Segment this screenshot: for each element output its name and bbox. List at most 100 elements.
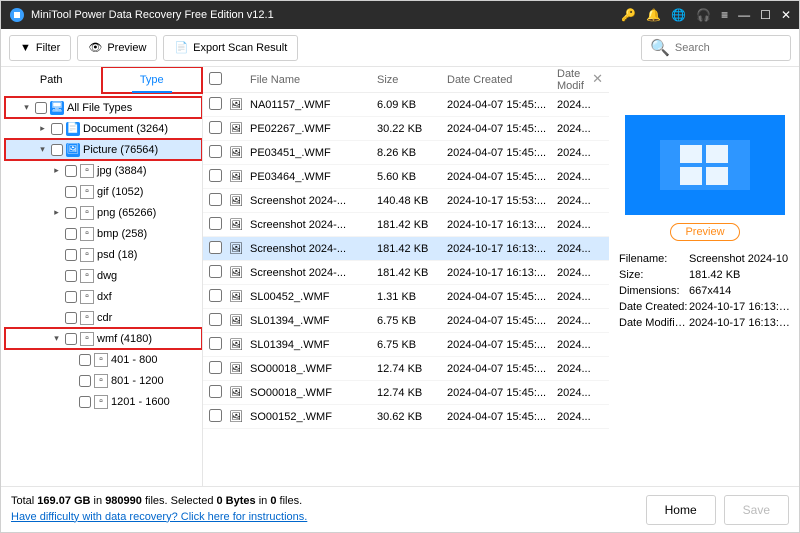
sidebar: Path Type ▾🖥All File Types▸📄Document (32…: [1, 67, 203, 486]
tree-item-jpg[interactable]: ▸▫jpg (3884): [5, 160, 202, 181]
tree-item-pic[interactable]: ▾🖼Picture (76564): [5, 139, 202, 160]
key-icon[interactable]: 🔑: [621, 8, 636, 22]
tree-checkbox[interactable]: [35, 102, 47, 114]
row-checkbox[interactable]: [209, 289, 222, 302]
globe-icon[interactable]: 🌐: [671, 8, 686, 22]
search-input[interactable]: [675, 42, 782, 54]
row-checkbox[interactable]: [209, 217, 222, 230]
file-row[interactable]: 🖼SL00452_.WMF1.31 KB2024-04-07 15:45:...…: [203, 285, 609, 309]
tree-checkbox[interactable]: [65, 312, 77, 324]
expand-icon[interactable]: ▾: [37, 144, 48, 155]
hdr-size[interactable]: Size: [377, 74, 447, 86]
tree-item-bmp[interactable]: ▫bmp (258): [5, 223, 202, 244]
tree-checkbox[interactable]: [65, 291, 77, 303]
row-checkbox[interactable]: [209, 169, 222, 182]
row-checkbox[interactable]: [209, 409, 222, 422]
save-button[interactable]: Save: [724, 495, 789, 525]
file-row[interactable]: 🖼SO00152_.WMF30.62 KB2024-04-07 15:45:..…: [203, 405, 609, 429]
tree-checkbox[interactable]: [79, 354, 91, 366]
tree-item-psd[interactable]: ▫psd (18): [5, 244, 202, 265]
menu-icon[interactable]: ≡: [721, 8, 728, 22]
cell-datecreated: 2024-04-07 15:45:...: [447, 123, 557, 135]
expand-icon[interactable]: ▸: [51, 165, 62, 176]
tree-checkbox[interactable]: [65, 270, 77, 282]
file-row[interactable]: 🖼SL01394_.WMF6.75 KB2024-04-07 15:45:...…: [203, 309, 609, 333]
tree-checkbox[interactable]: [51, 144, 63, 156]
export-icon: 📄: [174, 41, 188, 54]
cell-datemodified: 2024...: [557, 123, 605, 135]
file-row[interactable]: 🖼SL01394_.WMF6.75 KB2024-04-07 15:45:...…: [203, 333, 609, 357]
close-icon[interactable]: ✕: [781, 8, 791, 22]
help-link[interactable]: Have difficulty with data recovery? Clic…: [11, 511, 307, 523]
row-checkbox[interactable]: [209, 121, 222, 134]
tree-item-w1[interactable]: ▫401 - 800: [5, 349, 202, 370]
file-row[interactable]: 🖼NA01157_.WMF6.09 KB2024-04-07 15:45:...…: [203, 93, 609, 117]
tab-type[interactable]: Type: [102, 67, 203, 93]
home-button[interactable]: Home: [646, 495, 716, 525]
expand-icon[interactable]: ▸: [51, 207, 62, 218]
tree-item-cdr[interactable]: ▫cdr: [5, 307, 202, 328]
tree-item-w3[interactable]: ▫1201 - 1600: [5, 391, 202, 412]
tab-path[interactable]: Path: [1, 67, 102, 93]
export-button[interactable]: 📄Export Scan Result: [163, 35, 298, 61]
file-row[interactable]: 🖼SO00018_.WMF12.74 KB2024-04-07 15:45:..…: [203, 357, 609, 381]
file-row[interactable]: 🖼Screenshot 2024-...181.42 KB2024-10-17 …: [203, 261, 609, 285]
row-checkbox[interactable]: [209, 241, 222, 254]
tree-checkbox[interactable]: [79, 396, 91, 408]
eye-icon: 👁: [88, 41, 102, 54]
tree-checkbox[interactable]: [65, 207, 77, 219]
meta-datecreated-value: 2024-10-17 16:13:54: [689, 301, 791, 313]
cell-size: 5.60 KB: [377, 171, 447, 183]
row-checkbox[interactable]: [209, 265, 222, 278]
tree-checkbox[interactable]: [65, 333, 77, 345]
row-checkbox[interactable]: [209, 313, 222, 326]
file-row[interactable]: 🖼PE03451_.WMF8.26 KB2024-04-07 15:45:...…: [203, 141, 609, 165]
tree-item-dxf[interactable]: ▫dxf: [5, 286, 202, 307]
hdr-filename[interactable]: File Name: [247, 74, 377, 86]
file-row[interactable]: 🖼SO00018_.WMF12.74 KB2024-04-07 15:45:..…: [203, 381, 609, 405]
expand-icon[interactable]: ▾: [51, 333, 62, 344]
tree-checkbox[interactable]: [65, 165, 77, 177]
tree-checkbox[interactable]: [79, 375, 91, 387]
tree-checkbox[interactable]: [65, 249, 77, 261]
expand-icon[interactable]: ▾: [21, 102, 32, 113]
row-checkbox[interactable]: [209, 193, 222, 206]
meta-filename-label: Filename:: [619, 253, 689, 265]
expand-icon[interactable]: ▸: [37, 123, 48, 134]
select-all-checkbox[interactable]: [209, 72, 222, 85]
hdr-datecreated[interactable]: Date Created: [447, 74, 557, 86]
minimize-icon[interactable]: —: [738, 8, 750, 22]
maximize-icon[interactable]: ☐: [760, 8, 771, 22]
file-row[interactable]: 🖼Screenshot 2024-...140.48 KB2024-10-17 …: [203, 189, 609, 213]
headset-icon[interactable]: 🎧: [696, 8, 711, 22]
row-checkbox[interactable]: [209, 145, 222, 158]
cell-filename: SO00018_.WMF: [247, 363, 377, 375]
preview-button[interactable]: 👁Preview: [77, 35, 157, 61]
tree-item-all[interactable]: ▾🖥All File Types: [5, 97, 202, 118]
file-row[interactable]: 🖼PE03464_.WMF5.60 KB2024-04-07 15:45:...…: [203, 165, 609, 189]
status-bar: Total 169.07 GB in 980990 files. Selecte…: [1, 486, 799, 532]
tree-item-png[interactable]: ▸▫png (65266): [5, 202, 202, 223]
row-checkbox[interactable]: [209, 97, 222, 110]
tree-item-wmf[interactable]: ▾▫wmf (4180): [5, 328, 202, 349]
detail-preview-button[interactable]: Preview: [670, 223, 739, 241]
tree-item-doc[interactable]: ▸📄Document (3264): [5, 118, 202, 139]
file-row[interactable]: 🖼PE02267_.WMF30.22 KB2024-04-07 15:45:..…: [203, 117, 609, 141]
bell-icon[interactable]: 🔔: [646, 8, 661, 22]
row-checkbox[interactable]: [209, 385, 222, 398]
tree-checkbox[interactable]: [65, 186, 77, 198]
close-detail-icon[interactable]: ✕: [592, 71, 603, 87]
file-row[interactable]: 🖼Screenshot 2024-...181.42 KB2024-10-17 …: [203, 237, 609, 261]
tree-item-w2[interactable]: ▫801 - 1200: [5, 370, 202, 391]
cell-size: 6.75 KB: [377, 315, 447, 327]
toolbar: ▼Filter 👁Preview 📄Export Scan Result 🔍: [1, 29, 799, 67]
search-box[interactable]: 🔍: [641, 35, 791, 61]
tree-item-gif[interactable]: ▫gif (1052): [5, 181, 202, 202]
tree-item-dwg[interactable]: ▫dwg: [5, 265, 202, 286]
filter-button[interactable]: ▼Filter: [9, 35, 71, 61]
row-checkbox[interactable]: [209, 361, 222, 374]
tree-checkbox[interactable]: [65, 228, 77, 240]
file-row[interactable]: 🖼Screenshot 2024-...181.42 KB2024-10-17 …: [203, 213, 609, 237]
row-checkbox[interactable]: [209, 337, 222, 350]
tree-checkbox[interactable]: [51, 123, 63, 135]
